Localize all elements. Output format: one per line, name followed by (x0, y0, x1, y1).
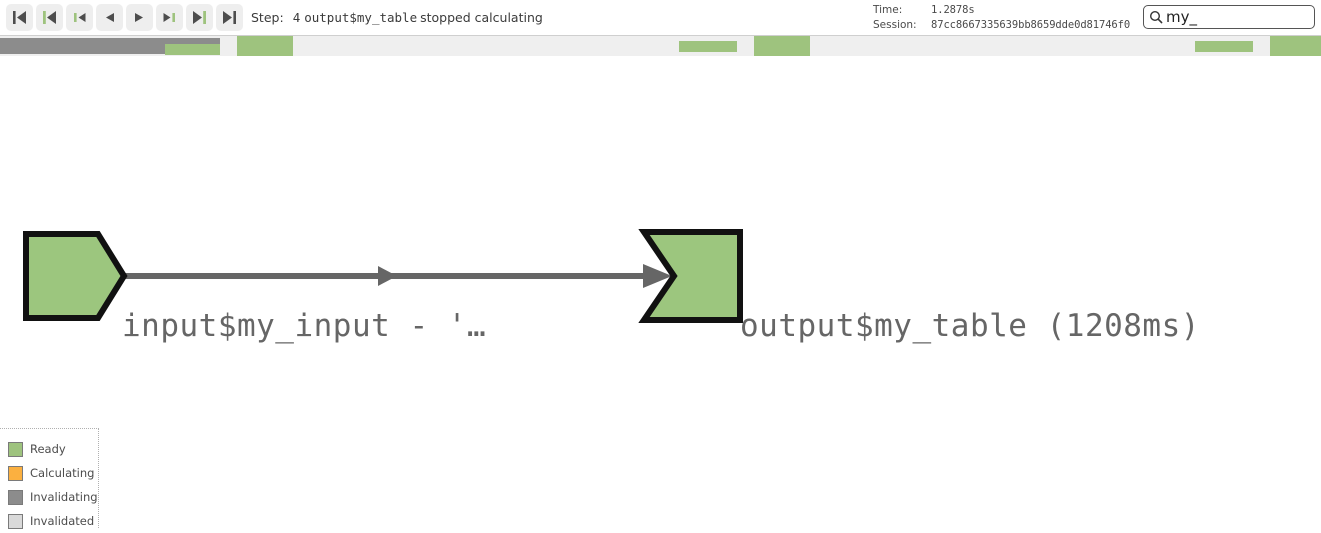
step-number: 4 (292, 10, 301, 25)
graph-svg (23, 229, 743, 323)
session-meta: Time: 1.2878s Session: 87cc8667335639bb8… (873, 3, 1130, 33)
edge-input-to-output[interactable] (122, 264, 672, 288)
legend-item-ready: Ready (8, 437, 98, 461)
next-session-button[interactable] (186, 4, 213, 31)
legend-swatch-ready (8, 441, 23, 457)
app-header: Step: 4 output$my_table stopped calculating… (0, 0, 1321, 36)
ready-block[interactable] (754, 36, 810, 56)
prev-session-icon (43, 11, 56, 24)
step-readout: Step: 4 output$my_table stopped calculating (251, 10, 543, 25)
playback-toolbar (6, 4, 243, 31)
step-forward-icon (135, 13, 143, 22)
legend-label-invalidating: Invalidating (30, 490, 98, 504)
prev-session-button[interactable] (36, 4, 63, 31)
session-value: 87cc8667335639bb8659dde0d81746f0 (931, 19, 1131, 31)
node-label-output-my-table: output$my_table (1208ms) (740, 308, 1200, 344)
step-back-icon (106, 13, 114, 22)
status-legend: Ready Calculating Invalidating Invalidat… (0, 428, 99, 529)
search-input[interactable] (1166, 7, 1306, 27)
ready-block[interactable] (1270, 36, 1321, 56)
step-back-button[interactable] (96, 4, 123, 31)
ready-span[interactable] (165, 44, 220, 55)
prev-group-button[interactable] (66, 4, 93, 31)
legend-label-calculating: Calculating (30, 466, 95, 480)
jump-to-start-button[interactable] (6, 4, 33, 31)
legend-swatch-invalidated (8, 513, 23, 529)
session-timeline[interactable] (0, 36, 1321, 56)
skip-to-start-icon (13, 11, 26, 24)
session-row: Session: 87cc8667335639bb8659dde0d81746f… (873, 18, 1130, 33)
legend-swatch-invalidating (8, 489, 23, 505)
node-input-my-input[interactable] (23, 231, 128, 321)
step-message: stopped calculating (420, 10, 543, 25)
legend-item-invalidated: Invalidated (8, 509, 98, 533)
legend-swatch-calculating (8, 465, 23, 481)
ready-span[interactable] (679, 41, 737, 52)
time-row: Time: 1.2878s (873, 3, 1130, 18)
next-group-icon (163, 13, 175, 22)
next-group-button[interactable] (156, 4, 183, 31)
ready-span[interactable] (1195, 41, 1253, 52)
jump-to-end-button[interactable] (216, 4, 243, 31)
legend-label-invalidated: Invalidated (30, 514, 95, 528)
search-box[interactable] (1143, 5, 1315, 29)
step-forward-button[interactable] (126, 4, 153, 31)
time-value: 1.2878s (931, 4, 975, 16)
skip-to-end-icon (223, 11, 236, 24)
session-label: Session: (873, 19, 917, 31)
node-label-input-my-input: input$my_input - '… (122, 308, 487, 344)
time-label: Time: (873, 4, 903, 16)
step-node-name: output$my_table (304, 10, 418, 25)
prev-group-icon (74, 13, 86, 22)
ready-block[interactable] (237, 36, 293, 56)
search-icon (1149, 10, 1163, 24)
next-session-icon (193, 11, 206, 24)
legend-item-calculating: Calculating (8, 461, 98, 485)
step-label: Step: (251, 10, 284, 25)
reactive-graph-canvas[interactable]: input$my_input - '… output$my_table (120… (0, 56, 1321, 528)
legend-label-ready: Ready (30, 442, 66, 456)
legend-item-invalidating: Invalidating (8, 485, 98, 509)
